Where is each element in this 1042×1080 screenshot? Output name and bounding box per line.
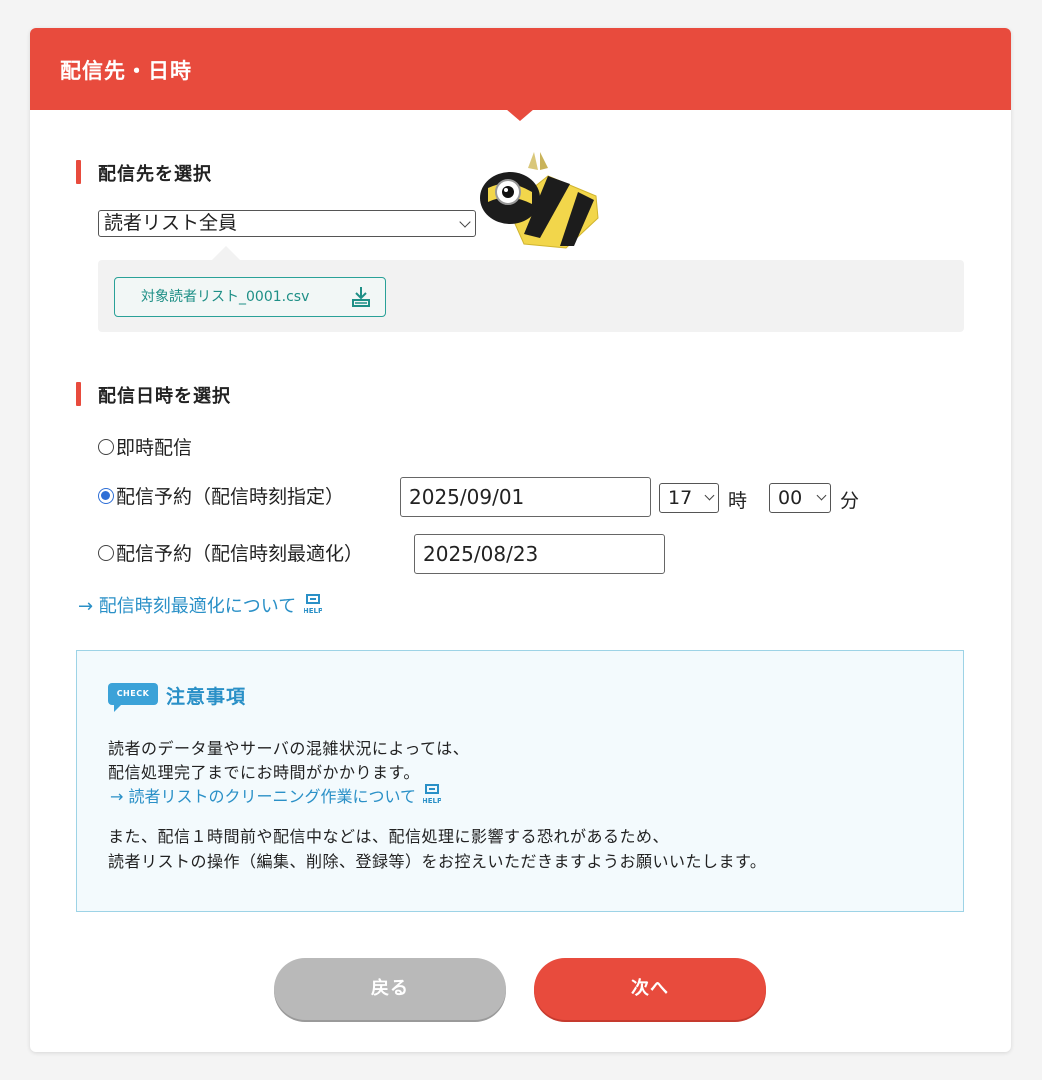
minute-select-value: 00 bbox=[778, 487, 803, 509]
radio-button[interactable] bbox=[98, 439, 114, 455]
radio-immediate[interactable]: 即時配信 bbox=[98, 436, 192, 460]
minute-select[interactable]: 00 bbox=[769, 483, 831, 513]
notice-line-4: 読者リストの操作（編集、削除、登録等）をお控えいただきますようお願いいたします。 bbox=[108, 852, 767, 871]
help-icon: HELP bbox=[423, 784, 441, 804]
svg-text:HELP: HELP bbox=[423, 797, 441, 804]
back-button[interactable]: 戻る bbox=[274, 958, 506, 1020]
hour-select[interactable]: 17 bbox=[659, 483, 719, 513]
radio-optimized-label: 配信予約（配信時刻最適化） bbox=[116, 543, 364, 565]
cleaning-help-link-text: → 読者リストのクリーニング作業について bbox=[110, 787, 417, 806]
section-marker bbox=[76, 160, 81, 184]
notice-line-1: 読者のデータ量やサーバの混雑状況によっては、 bbox=[108, 739, 470, 758]
chevron-down-icon bbox=[459, 216, 471, 228]
download-icon bbox=[352, 287, 370, 307]
optimize-help-link[interactable]: → 配信時刻最適化について HELP bbox=[78, 592, 322, 618]
destination-section-title: 配信先を選択 bbox=[98, 164, 212, 185]
optimize-help-link-text: → 配信時刻最適化について bbox=[78, 596, 297, 617]
check-badge: CHECK bbox=[108, 683, 158, 712]
page-title: 配信先・日時 bbox=[60, 59, 192, 83]
notice-line-2: 配信処理完了までにお時間がかかります。 bbox=[108, 763, 420, 782]
radio-scheduled[interactable]: 配信予約（配信時刻指定） bbox=[98, 485, 344, 509]
next-button[interactable]: 次へ bbox=[534, 958, 766, 1020]
chevron-down-icon bbox=[704, 490, 715, 501]
datetime-section-title: 配信日時を選択 bbox=[98, 386, 231, 407]
section-marker bbox=[76, 382, 81, 406]
card-header: 配信先・日時 bbox=[30, 28, 1011, 121]
csv-download-label: 対象読者リスト_0001.csv bbox=[141, 289, 310, 305]
optimized-date-input[interactable]: 2025/08/23 bbox=[414, 534, 665, 574]
radio-immediate-label: 即時配信 bbox=[116, 437, 193, 459]
svg-text:HELP: HELP bbox=[304, 607, 322, 614]
hour-select-value: 17 bbox=[668, 487, 693, 509]
header-notch bbox=[506, 109, 534, 121]
help-icon: HELP bbox=[304, 594, 322, 614]
hour-unit: 時 bbox=[728, 490, 748, 512]
chevron-down-icon bbox=[816, 490, 827, 501]
destination-select[interactable]: 読者リスト全員 bbox=[98, 210, 476, 237]
csv-download-button[interactable]: 対象読者リスト_0001.csv bbox=[114, 277, 386, 317]
scheduled-date-input[interactable]: 2025/09/01 bbox=[400, 477, 651, 517]
radio-scheduled-label: 配信予約（配信時刻指定） bbox=[116, 486, 345, 508]
radio-button-selected[interactable] bbox=[98, 488, 114, 504]
destination-select-value: 読者リスト全員 bbox=[104, 212, 238, 234]
notice-line-3: また、配信１時間前や配信中などは、配信処理に影響する恐れがあるため、 bbox=[108, 827, 670, 846]
bee-mascot-icon bbox=[480, 152, 599, 249]
cleaning-help-link[interactable]: → 読者リストのクリーニング作業について HELP bbox=[110, 783, 441, 807]
radio-optimized[interactable]: 配信予約（配信時刻最適化） bbox=[98, 542, 363, 566]
minute-unit: 分 bbox=[840, 490, 860, 512]
radio-button[interactable] bbox=[98, 545, 114, 561]
notice-title: 注意事項 bbox=[166, 686, 247, 708]
csv-box-notch bbox=[212, 246, 240, 260]
